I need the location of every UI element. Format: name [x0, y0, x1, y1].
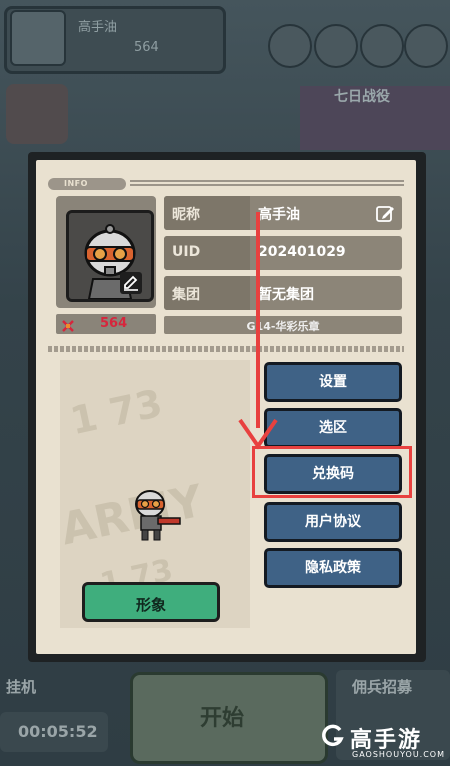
server-select-button[interactable]: 选区	[264, 408, 402, 448]
divider	[48, 346, 404, 352]
nickname-label: 昵称	[172, 207, 200, 223]
hud-round-button-1[interactable]	[268, 24, 312, 68]
player-score-bg: 564	[134, 40, 159, 55]
guild-label: 集团	[172, 287, 200, 303]
nickname-value: 高手油	[258, 207, 300, 223]
info-section-label: INFO	[64, 179, 88, 188]
crossed-swords-icon	[62, 317, 74, 332]
G-logo-icon	[320, 724, 346, 757]
hud-round-button-2[interactable]	[314, 24, 358, 68]
guild-row: 集团 暂无集团	[164, 276, 402, 310]
player-name-bg: 高手油	[78, 20, 118, 35]
uid-value: 202401029	[258, 244, 346, 260]
server-name: G14-华彩乐章	[246, 320, 320, 333]
start-button-label: 开始	[200, 706, 245, 731]
shop-icon[interactable]	[6, 84, 68, 144]
hud-round-button-3[interactable]	[360, 24, 404, 68]
info-header-bar	[48, 178, 404, 190]
redeem-code-highlight	[252, 446, 412, 498]
idle-timer: 00:05:52	[18, 722, 98, 741]
uid-row: UID 202401029	[164, 236, 402, 270]
user-agreement-button[interactable]: 用户协议	[264, 502, 402, 542]
uid-label: UID	[172, 244, 201, 260]
watermark-subtitle: GAOSHOUYOU.COM	[352, 750, 446, 759]
privacy-policy-button[interactable]: 隐私政策	[264, 548, 402, 588]
nickname-row: 昵称 高手油	[164, 196, 402, 230]
event-banner-label: 七日战役	[334, 89, 390, 105]
hud-round-button-4[interactable]	[404, 24, 448, 68]
edit-nickname-icon[interactable]	[376, 205, 396, 223]
avatar-edit-icon[interactable]	[120, 272, 142, 294]
appearance-button[interactable]: 形象	[82, 582, 220, 622]
player-avatar-small[interactable]	[10, 10, 66, 66]
guild-value: 暂无集团	[258, 287, 314, 303]
idle-label: 挂机	[6, 678, 37, 696]
settings-button[interactable]: 设置	[264, 362, 402, 402]
character-sprite	[128, 486, 188, 542]
recruit-label: 佣兵招募	[352, 678, 413, 696]
power-value: 564	[100, 316, 128, 331]
